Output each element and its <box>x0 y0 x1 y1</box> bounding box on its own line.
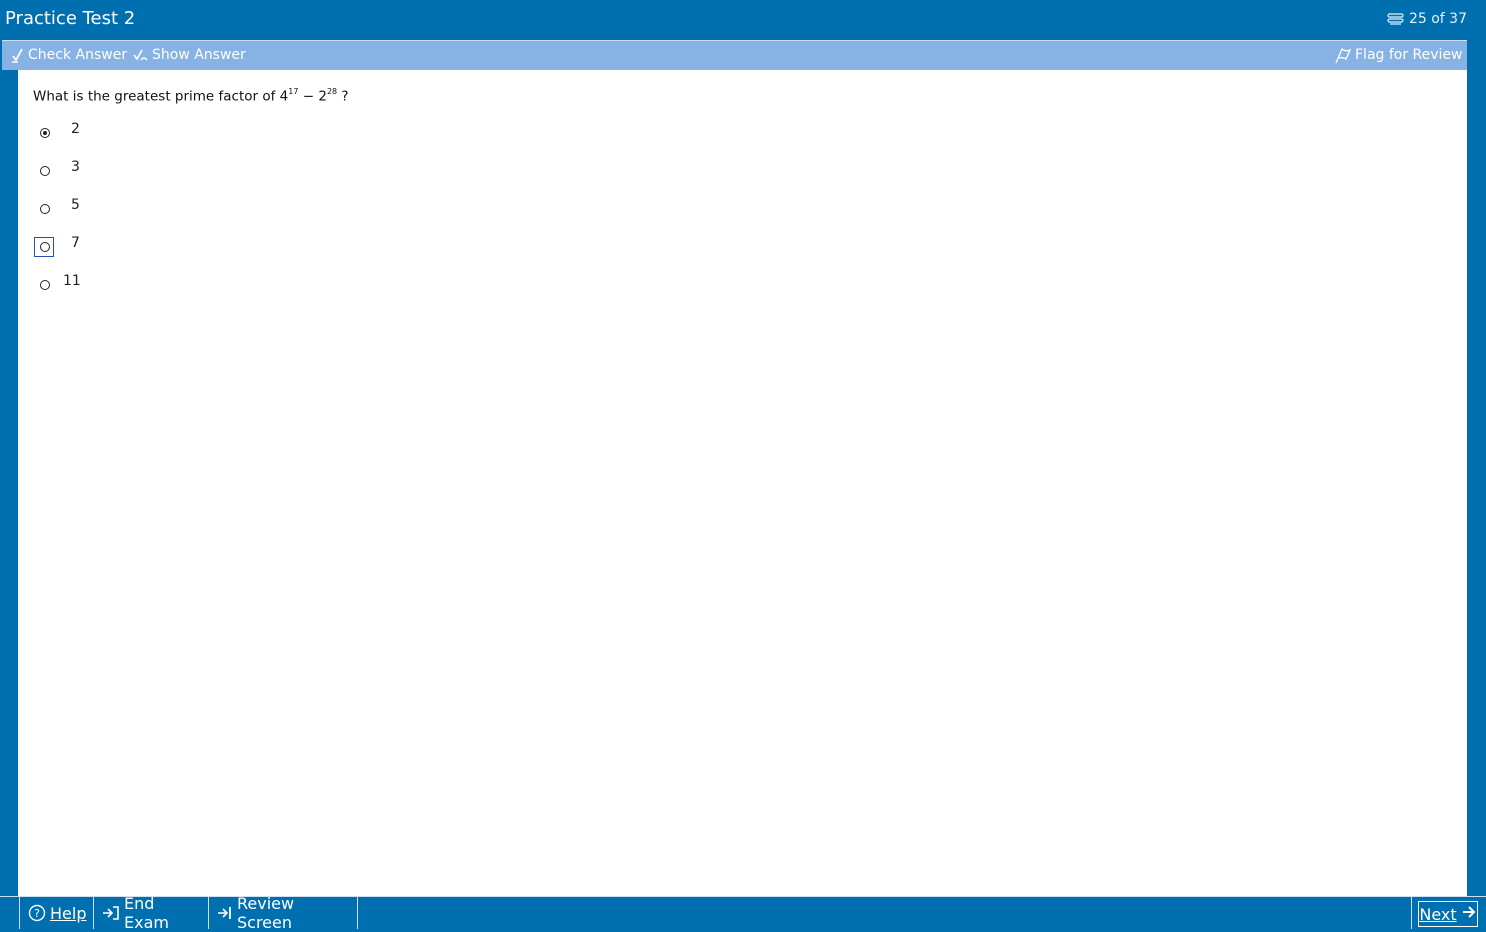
review-screen-icon <box>217 905 233 921</box>
answer-choice-2[interactable]: 2 <box>34 120 154 146</box>
next-arrow-icon <box>1461 904 1477 924</box>
radio-button[interactable] <box>40 280 50 290</box>
review-screen-button[interactable]: Review Screen <box>208 894 358 932</box>
choice-label: 3 <box>71 159 80 175</box>
end-exam-button[interactable]: End Exam <box>93 894 209 932</box>
flag-for-review-button[interactable]: Flag for Review <box>1334 46 1463 64</box>
title-bar: Practice Test 2 25 of 37 <box>0 0 1486 40</box>
question-stem: What is the greatest prime factor of 417… <box>33 87 349 105</box>
answer-choice-7[interactable]: 7 <box>34 234 154 260</box>
progress-icon <box>1387 12 1405 26</box>
radio-button-selected[interactable] <box>40 128 50 138</box>
check-answer-icon <box>10 47 25 63</box>
end-exam-label: End Exam <box>124 894 169 932</box>
question-suffix: ? <box>337 88 349 105</box>
next-label: Next <box>1419 904 1457 924</box>
question-panel: What is the greatest prime factor of 417… <box>18 70 1467 896</box>
answer-choice-11[interactable]: 11 <box>34 272 154 298</box>
show-answer-label: Show Answer <box>152 47 246 63</box>
answer-choice-5[interactable]: 5 <box>34 196 154 222</box>
radio-button[interactable] <box>40 242 50 252</box>
question-exponent-1: 17 <box>288 87 299 96</box>
flag-for-review-label: Flag for Review <box>1355 47 1463 63</box>
show-answer-button[interactable]: Show Answer <box>132 46 246 64</box>
check-answer-button[interactable]: Check Answer <box>10 46 127 64</box>
answer-choice-3[interactable]: 3 <box>34 158 154 184</box>
review-screen-label: Review Screen <box>237 894 295 932</box>
help-icon: ? <box>28 904 46 922</box>
help-button[interactable]: ? Help <box>19 897 94 929</box>
radio-button[interactable] <box>40 204 50 214</box>
progress-text: 25 of 37 <box>1408 11 1467 27</box>
question-prefix: What is the greatest prime factor of 4 <box>33 88 289 105</box>
app-title: Practice Test 2 <box>5 8 136 29</box>
check-answer-label: Check Answer <box>28 47 128 63</box>
radio-button[interactable] <box>40 166 50 176</box>
choice-label: 11 <box>63 273 81 289</box>
flag-icon <box>1334 47 1352 64</box>
next-button[interactable]: Next <box>1418 901 1478 927</box>
svg-text:?: ? <box>34 907 40 920</box>
question-progress: 25 of 37 <box>1387 11 1467 27</box>
choice-label: 7 <box>71 235 80 251</box>
question-exponent-2: 28 <box>326 87 338 96</box>
left-frame <box>0 70 18 928</box>
question-mid: − 2 <box>298 88 327 105</box>
bottom-bar: ? Help End Exam Review Screen Next <box>0 894 1486 932</box>
help-label: Help <box>50 903 87 923</box>
choice-label: 2 <box>71 121 80 137</box>
show-answer-icon <box>132 47 149 63</box>
choice-label: 5 <box>71 197 80 213</box>
end-exam-icon <box>102 905 120 921</box>
toolbar: Check Answer Show Answer Flag for Review <box>2 40 1467 70</box>
